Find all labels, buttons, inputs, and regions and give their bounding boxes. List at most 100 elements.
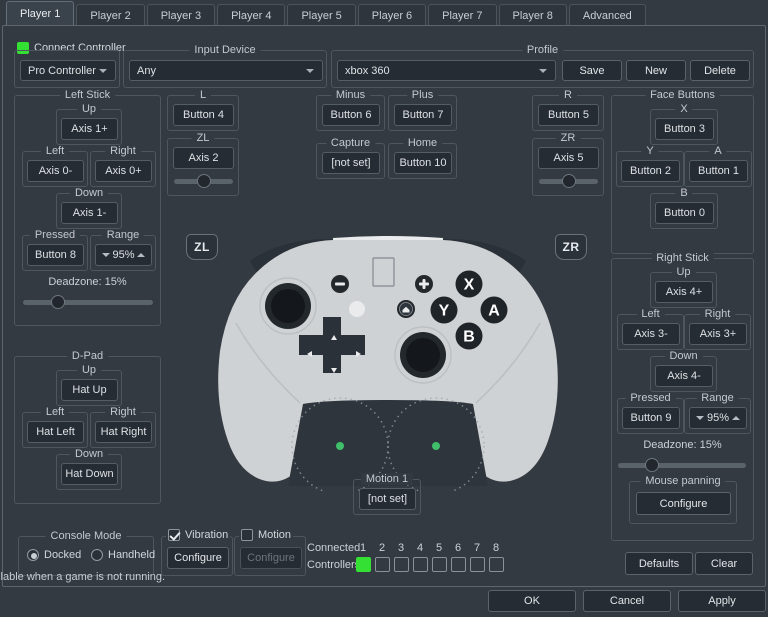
right-stick-pressed-field[interactable]: Button 9: [622, 407, 680, 429]
cancel-button[interactable]: Cancel: [583, 590, 671, 612]
motion-1-field[interactable]: [not set]: [359, 488, 416, 510]
profile-combo[interactable]: xbox 360: [337, 60, 556, 81]
new-profile-button[interactable]: New: [626, 60, 686, 81]
dpad-right-group: Right Hat Right: [90, 406, 156, 448]
radio-docked-label: Docked: [44, 549, 82, 561]
dpad-left-field[interactable]: Hat Left: [27, 421, 84, 443]
slider-knob[interactable]: [197, 174, 211, 188]
right-stick-down-group: Down Axis 4-: [650, 350, 717, 392]
dpad-up-field[interactable]: Hat Up: [61, 379, 118, 401]
minus-button-field[interactable]: Button 6: [322, 104, 380, 126]
tab-label: Player 2: [90, 10, 131, 22]
radio-handheld[interactable]: Handheld: [91, 549, 155, 561]
motion-1-group: Motion 1 [not set]: [353, 473, 421, 515]
tab-player-7[interactable]: Player 7: [428, 4, 497, 26]
right-stick-group: Right Stick Up Axis 4+ Left Axis 3- Righ…: [611, 252, 754, 541]
capture-button-value: [not set]: [331, 157, 371, 169]
controller-type-combo[interactable]: Pro Controller: [20, 60, 116, 81]
dpad-down-field[interactable]: Hat Down: [61, 463, 118, 485]
spinner-up-icon[interactable]: [732, 416, 740, 420]
dpad-group-title: D-Pad: [66, 350, 109, 362]
right-stick-up-group: Up Axis 4+: [650, 266, 717, 308]
vibration-checkbox[interactable]: Vibration: [166, 529, 231, 541]
delete-profile-button[interactable]: Delete: [690, 60, 750, 81]
slider-knob[interactable]: [645, 458, 659, 472]
right-stick-right-group: Right Axis 3+: [684, 308, 751, 350]
left-stick-up-field[interactable]: Axis 1+: [61, 118, 118, 140]
face-button-a-field[interactable]: Button 1: [689, 160, 748, 182]
tab-player-2[interactable]: Player 2: [76, 4, 145, 26]
motion-configure-button: Configure: [240, 547, 302, 569]
zr-trigger-field[interactable]: Axis 5: [538, 147, 599, 169]
tab-player-4[interactable]: Player 4: [217, 4, 286, 26]
capture-button-label: Capture: [325, 137, 376, 149]
spinner-down-icon[interactable]: [696, 416, 704, 420]
spinner-up-icon[interactable]: [137, 253, 145, 257]
left-stick-down-field[interactable]: Axis 1-: [61, 202, 118, 224]
left-stick-deadzone-label: Deadzone: 15%: [48, 276, 127, 288]
tab-player-1[interactable]: Player 1: [6, 1, 75, 26]
face-button-a-group: A Button 1: [684, 145, 752, 187]
left-stick-pressed-value: Button 8: [35, 249, 76, 261]
left-stick-right-field[interactable]: Axis 0+: [95, 160, 152, 182]
radio-docked[interactable]: Docked: [27, 549, 81, 561]
dpad-left-group: Left Hat Left: [22, 406, 88, 448]
controller-number-2: 2: [379, 542, 386, 554]
spinner-down-icon[interactable]: [102, 253, 110, 257]
zl-trigger-slider[interactable]: [174, 174, 233, 188]
ok-button[interactable]: OK: [488, 590, 576, 612]
face-button-b-value: Button 0: [664, 207, 705, 219]
right-stick-pressed-group: Pressed Button 9: [617, 392, 684, 434]
l-button-field[interactable]: Button 4: [173, 104, 234, 126]
home-button-field[interactable]: Button 10: [394, 152, 452, 174]
left-stick-range-spinner[interactable]: 95%: [95, 244, 152, 266]
home-button-value: Button 10: [399, 157, 447, 169]
right-stick-left-field[interactable]: Axis 3-: [622, 323, 680, 345]
plus-button-value: Button 7: [402, 109, 444, 121]
motion-checkbox[interactable]: Motion: [239, 529, 294, 541]
dpad-up-value: Hat Up: [72, 384, 107, 396]
tab-player-5[interactable]: Player 5: [287, 4, 356, 26]
input-device-group-title: Input Device: [189, 44, 261, 56]
save-profile-button[interactable]: Save: [562, 60, 622, 81]
face-button-y-value: Button 2: [630, 165, 671, 177]
left-stick-left-field[interactable]: Axis 0-: [27, 160, 84, 182]
home-button-group: Home Button 10: [388, 137, 457, 179]
mouse-panning-configure-button[interactable]: Configure: [636, 492, 731, 515]
input-device-combo[interactable]: Any: [129, 60, 323, 81]
slider-knob[interactable]: [562, 174, 576, 188]
tab-advanced[interactable]: Advanced: [568, 4, 646, 26]
right-stick-down-field[interactable]: Axis 4-: [655, 365, 713, 387]
left-stick-pressed-field[interactable]: Button 8: [27, 244, 84, 266]
tab-player-3[interactable]: Player 3: [146, 4, 216, 26]
zl-trigger-field[interactable]: Axis 2: [173, 147, 234, 169]
controller-config-dialog: Player 1 Player 2 Player 3 Player 4 Play…: [0, 0, 768, 617]
vibration-configure-button[interactable]: Configure: [167, 547, 229, 569]
plus-button-field[interactable]: Button 7: [394, 104, 452, 126]
right-stick-right-field[interactable]: Axis 3+: [689, 323, 747, 345]
tab-player-8[interactable]: Player 8: [498, 4, 567, 26]
face-button-y-label: Y: [641, 145, 659, 157]
checkbox-indicator: [168, 529, 180, 541]
apply-button[interactable]: Apply: [678, 590, 766, 612]
right-stick-range-label: Range: [696, 392, 739, 404]
tab-label: Player 3: [160, 10, 202, 22]
right-stick-range-spinner[interactable]: 95%: [689, 407, 747, 429]
zr-trigger-slider[interactable]: [539, 174, 598, 188]
left-stick-deadzone-slider[interactable]: [23, 295, 153, 309]
face-button-x-label: X: [675, 103, 693, 115]
right-stick-down-label: Down: [664, 350, 703, 362]
r-button-field[interactable]: Button 5: [538, 104, 599, 126]
right-stick-up-field[interactable]: Axis 4+: [655, 281, 713, 303]
zl-trigger-group: ZL Axis 2: [167, 132, 239, 196]
face-button-b-field[interactable]: Button 0: [655, 202, 714, 224]
face-button-y-field[interactable]: Button 2: [621, 160, 680, 182]
face-button-x-field[interactable]: Button 3: [655, 118, 714, 140]
plus-button-group: Plus Button 7: [388, 89, 457, 131]
tab-player-6[interactable]: Player 6: [357, 4, 427, 26]
capture-button-field[interactable]: [not set]: [322, 152, 380, 174]
right-stick-deadzone-slider[interactable]: [618, 458, 746, 472]
dpad-right-field[interactable]: Hat Right: [95, 421, 152, 443]
slider-knob[interactable]: [51, 295, 65, 309]
left-stick-pressed-label: Pressed: [29, 229, 81, 241]
